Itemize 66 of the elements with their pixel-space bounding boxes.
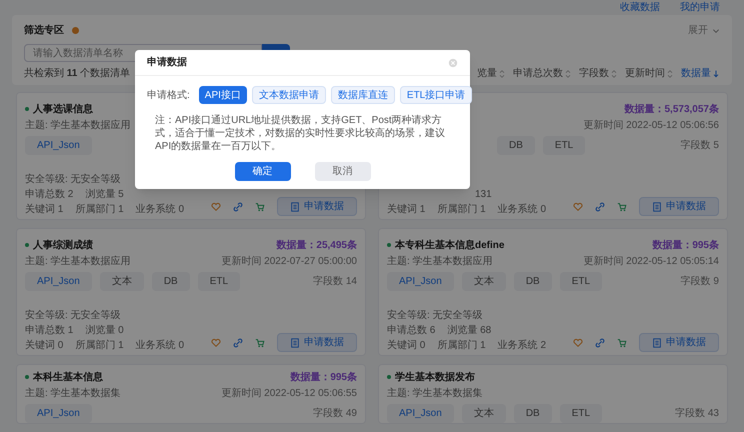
stat-text: 所属部门 1 [437, 338, 486, 352]
stat-text: 131 [474, 188, 492, 201]
card-title: 本科生基本信息 [33, 370, 103, 384]
topic-text: 主题: 学生基本数据应用 [25, 118, 131, 132]
stat-text: 业务系统 0 [498, 202, 546, 216]
field-count: 字段数 5 [680, 138, 719, 152]
card-title: 学生基本数据发布 [395, 370, 475, 384]
format-tag: DB [497, 136, 535, 154]
stat-text: 关键词 0 [387, 338, 426, 352]
field-count: 字段数 49 [313, 406, 357, 420]
stat-text: 所属部门 1 [75, 338, 124, 352]
format-tag: ETL [560, 272, 602, 290]
format-tag: DB [152, 272, 190, 290]
topic-text: 主题: 学生基本数据集 [25, 386, 121, 400]
stat-text: 申请总数 6 [387, 324, 436, 337]
filter-title: 筛选专区 [24, 24, 64, 38]
stat-text: 所属部门 1 [75, 202, 124, 216]
topic-text: 主题: 学生基本数据应用 [387, 254, 493, 268]
data-volume: 数据量：995条 [652, 238, 719, 252]
stat-text: 浏览量 0 [85, 324, 124, 337]
data-volume: 数据量：995条 [290, 370, 357, 384]
format-tag: DB [514, 272, 552, 290]
topic-text: 主题: 学生基本数据集 [387, 386, 483, 400]
data-volume: 数据量：5,573,057条 [624, 102, 719, 116]
note-text: 注：API接口通过URL地址提供数据，支持GET、Post两种请求方式，适合于懂一定技术，对数据的实时性要求比较高的场景，建议API的数据量在一百万以下。 [154, 114, 446, 153]
format-tag: API_Json [387, 272, 454, 290]
format-tag: 文本 [462, 404, 506, 422]
updated-time: 更新时间 2022-05-12 05:05:14 [583, 254, 719, 268]
stat-text: 所属部门 1 [437, 202, 486, 216]
stat-text: 浏览量 68 [447, 324, 492, 337]
format-tag: 文本 [462, 272, 506, 290]
format-tag: API_Json [25, 272, 92, 290]
format-tag: DB [514, 404, 552, 422]
field-count: 字段数 14 [313, 274, 357, 288]
card-title: 本专科生基本信息define [395, 238, 504, 252]
field-count: 字段数 43 [675, 406, 719, 420]
security-level: 安全等级: 无安全等级 [387, 308, 483, 322]
card-title: 人事综测成绩 [33, 238, 93, 252]
stat-text: 关键词 1 [25, 202, 64, 216]
format-label: 申请格式: [147, 88, 190, 102]
updated-time: 更新时间 2022-05-12 05:06:56 [583, 118, 719, 132]
stat-text: 业务系统 0 [136, 338, 184, 352]
format-tag: API_Json [25, 404, 92, 422]
field-count: 字段数 9 [680, 274, 719, 288]
format-tag: API_Json [387, 404, 454, 422]
format-tag: ETL [560, 404, 602, 422]
format-tag: 文本 [100, 272, 144, 290]
topic-text: 主题: 学生基本数据应用 [25, 254, 131, 268]
stat-text: 申请总数 2 [25, 188, 74, 201]
format-tag: ETL [198, 272, 240, 290]
updated-time: 更新时间 2022-05-12 05:06:55 [221, 386, 357, 400]
stat-text: 业务系统 0 [136, 202, 184, 216]
updated-time: 更新时间 2022-07-27 05:00:00 [221, 254, 357, 268]
card-title: 人事选课信息 [33, 102, 93, 116]
format-tag: API_Json [25, 136, 92, 154]
data-volume: 数据量：25,495条 [276, 238, 357, 252]
security-level: 安全等级: 无安全等级 [25, 308, 121, 322]
stat-text: 关键词 0 [25, 338, 64, 352]
results-summary: 共检索到 11 个数据清单 [24, 66, 130, 81]
stat-text: 浏览量 5 [85, 188, 124, 201]
stat-text: 业务系统 2 [498, 338, 546, 352]
format-tag: ETL [542, 136, 586, 154]
stat-text: 申请总数 1 [25, 324, 74, 337]
security-level: 安全等级: 无安全等级 [25, 172, 121, 186]
stat-text: 关键词 1 [387, 202, 426, 216]
dialog-title: 申请数据 [147, 56, 187, 70]
